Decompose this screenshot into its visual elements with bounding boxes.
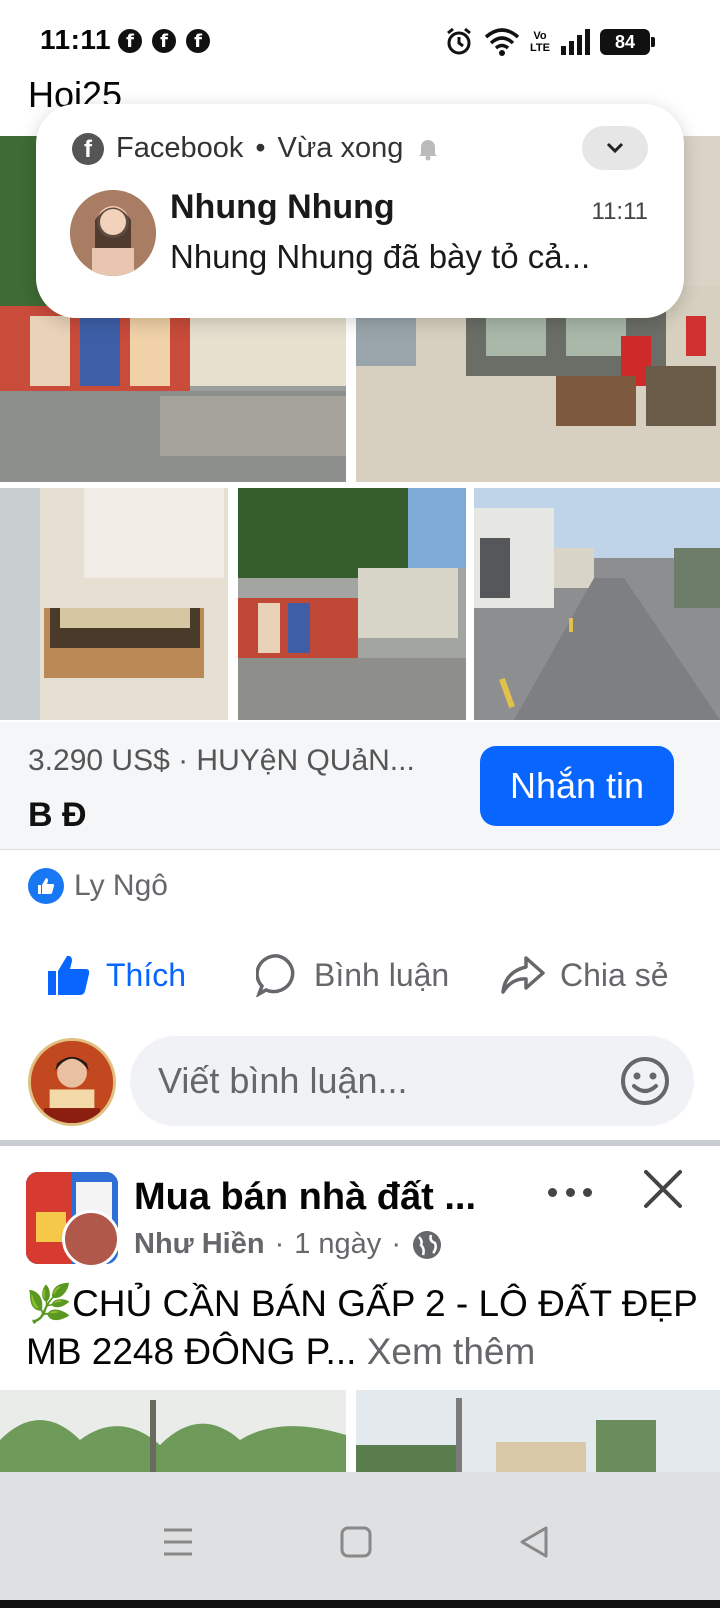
notification-app: Facebook <box>116 132 244 164</box>
notification-time: 11:11 <box>591 198 649 225</box>
post-actions: Thích Bình luận Chia sẻ <box>0 940 720 1010</box>
comment-label: Bình luận <box>314 956 450 993</box>
gesture-bar <box>160 1600 720 1608</box>
chevron-down-icon <box>606 142 624 154</box>
message-seller-button[interactable]: Nhắn tin <box>480 746 674 826</box>
like-label: Thích <box>106 956 187 993</box>
sender-avatar <box>70 190 156 276</box>
share-label: Chia sẻ <box>560 956 669 993</box>
home-icon[interactable] <box>336 1522 376 1562</box>
post-body: 🌿CHỦ CẦN BÁN GẤP 2 - LÔ ĐẤT ĐẸP MB 2248 … <box>26 1283 698 1372</box>
post-photo-trees[interactable] <box>0 1390 346 1472</box>
globe-icon <box>412 1230 441 1259</box>
more-options-button[interactable] <box>540 1174 600 1210</box>
status-icons: Vo LTE 84 <box>444 24 655 60</box>
reactions-summary[interactable]: Ly Ngô <box>28 868 168 904</box>
like-reaction-icon <box>28 868 64 904</box>
meta-dot: · <box>391 1228 401 1260</box>
emoji-icon[interactable] <box>618 1054 672 1108</box>
meta-dot: · <box>274 1228 285 1260</box>
listing-title: B Đ <box>28 796 87 834</box>
status-time: 11:11 <box>40 24 112 55</box>
expand-notification-button[interactable] <box>582 126 648 170</box>
next-post-header: Mua bán nhà đất ... Như Hiền · 1 ngày · <box>0 1146 720 1276</box>
battery-indicator: 84 <box>600 29 655 55</box>
notification-separator: • <box>255 132 266 164</box>
liker-name: Ly Ngô <box>74 869 168 902</box>
group-avatar[interactable] <box>26 1172 120 1268</box>
post-author[interactable]: Như Hiền <box>134 1228 265 1261</box>
facebook-notification-icon: f <box>152 29 176 53</box>
comment-input[interactable]: Viết bình luận... <box>130 1036 694 1126</box>
menu-icon[interactable] <box>158 1522 198 1562</box>
notification-card[interactable]: f Facebook • Vừa xong Nhung Nhung 11:11 … <box>36 104 684 318</box>
system-navigation-bar <box>0 1472 720 1608</box>
wifi-icon <box>484 28 520 56</box>
comment-composer: Viết bình luận... <box>0 1030 720 1140</box>
bell-icon <box>419 139 438 160</box>
comment-icon <box>256 954 295 997</box>
status-bar: 11:11 f f f Vo LTE 84 <box>0 0 720 80</box>
marketplace-listing-bar[interactable]: 3.290 US$ · HUYệN QUảN... B Đ Nhắn tin <box>0 722 720 850</box>
facebook-notification-icon: f <box>118 29 142 53</box>
author-avatar <box>62 1210 120 1268</box>
post-photo-houses[interactable] <box>356 1390 720 1472</box>
group-name[interactable]: Mua bán nhà đất ... <box>134 1176 476 1219</box>
post-text: 🌿CHỦ CẦN BÁN GẤP 2 - LÔ ĐẤT ĐẸP MB 2248 … <box>26 1280 706 1376</box>
post-meta: Như Hiền · 1 ngày · <box>134 1228 443 1261</box>
notification-header: f Facebook • Vừa xong <box>72 132 441 165</box>
signal-icon <box>561 29 590 55</box>
alarm-icon <box>447 27 471 55</box>
listing-photo-bedroom[interactable] <box>0 488 228 720</box>
thumbs-up-icon <box>48 955 90 995</box>
notification-title: Nhung Nhung <box>170 188 395 226</box>
post-time: 1 ngày <box>294 1228 382 1260</box>
comment-placeholder: Viết bình luận... <box>158 1060 408 1101</box>
back-icon[interactable] <box>514 1522 554 1562</box>
facebook-notification-icon: f <box>186 29 210 53</box>
facebook-icon: f <box>72 132 104 165</box>
volte-indicator: Vo LTE <box>530 30 550 54</box>
listing-photo-street-mural[interactable] <box>238 488 466 720</box>
comment-button[interactable]: Bình luận <box>256 940 449 1010</box>
close-icon[interactable] <box>638 1164 688 1214</box>
notification-when: Vừa xong <box>277 132 404 164</box>
listing-photo-road[interactable] <box>474 488 720 720</box>
share-icon <box>501 956 545 994</box>
notification-body: Nhung Nhung đã bày tỏ cả... <box>170 238 591 275</box>
gesture-bar <box>0 1600 160 1608</box>
like-button[interactable]: Thích <box>46 940 186 1010</box>
see-more-link[interactable]: Xem thêm <box>367 1331 536 1372</box>
listing-price-location: 3.290 US$ · HUYệN QUảN... <box>28 744 415 777</box>
share-button[interactable]: Chia sẻ <box>500 940 669 1010</box>
current-user-avatar[interactable] <box>28 1038 116 1126</box>
